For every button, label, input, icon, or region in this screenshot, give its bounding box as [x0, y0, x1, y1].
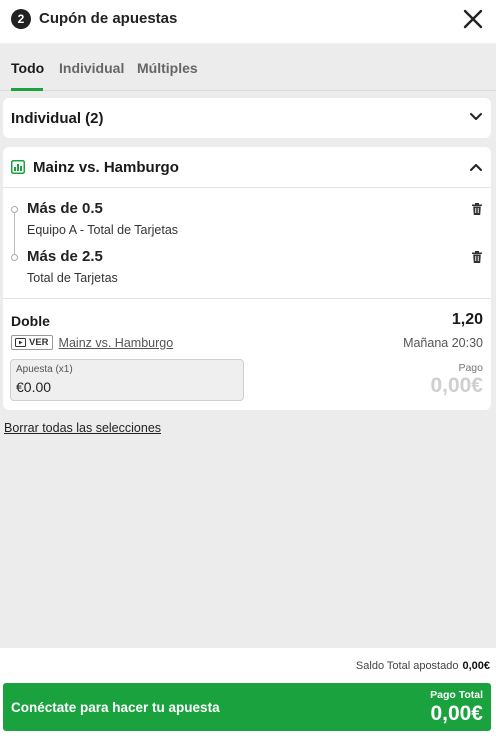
close-icon[interactable]: [462, 8, 484, 30]
event-card: Mainz vs. Hamburgo Más de 0.5 Equipo A -…: [3, 147, 491, 410]
cta-label: Conéctate para hacer tu apuesta: [11, 700, 220, 715]
kickoff-time: Mañana 20:30: [403, 336, 483, 350]
match-link[interactable]: Mainz vs. Hamburgo: [59, 336, 174, 350]
selection-market: Equipo A - Total de Tarjetas: [27, 223, 179, 237]
tab-individual[interactable]: Individual: [59, 60, 124, 76]
payout-value: 0,00€: [430, 374, 483, 397]
total-staked-label: Saldo Total apostado: [355, 660, 459, 672]
divider: [3, 298, 491, 299]
payout-label: Pago: [458, 362, 483, 374]
tab-todo[interactable]: Todo: [11, 60, 44, 76]
bet-type-label: Doble: [11, 313, 50, 329]
chevron-up-icon: [470, 164, 482, 171]
stake-label: Apuesta (x1): [16, 364, 73, 375]
selection-item: Más de 2.5 Total de Tarjetas: [27, 248, 118, 285]
selection-title: Más de 0.5: [27, 200, 103, 217]
stats-icon: [11, 160, 25, 174]
tab-bar: Todo Individual Múltiples: [0, 43, 496, 91]
total-staked-value: 0,00€: [462, 660, 490, 672]
tab-multiples[interactable]: Múltiples: [137, 60, 198, 76]
watch-button[interactable]: VER: [11, 335, 53, 350]
trash-icon[interactable]: [472, 251, 482, 263]
individual-section-label: Individual (2): [11, 110, 104, 127]
stake-value[interactable]: €0.00: [16, 379, 51, 395]
selection-title: Más de 2.5: [27, 248, 103, 265]
selection-count-badge: 2: [11, 9, 31, 29]
individual-section-header[interactable]: Individual (2): [3, 98, 491, 138]
event-name: Mainz vs. Hamburgo: [33, 159, 179, 176]
timeline-dot: [11, 254, 18, 261]
clear-all-link[interactable]: Borrar todas las selecciones: [4, 421, 161, 435]
betslip-header: 2 Cupón de apuestas: [0, 0, 496, 43]
selection-timeline: [14, 210, 15, 258]
chevron-down-icon: [470, 113, 482, 120]
login-to-bet-button[interactable]: Conéctate para hacer tu apuesta Pago Tot…: [3, 683, 491, 731]
trash-icon[interactable]: [472, 203, 482, 215]
page-title: Cupón de apuestas: [39, 10, 178, 27]
event-header[interactable]: Mainz vs. Hamburgo: [3, 147, 491, 188]
total-payout-label: Pago Total: [430, 689, 483, 701]
odds-value: 1,20: [451, 311, 483, 328]
total-payout-value: 0,00€: [430, 702, 483, 725]
betslip-footer: Saldo Total apostado 0,00€ Conéctate para…: [0, 648, 496, 746]
active-tab-indicator: [11, 88, 43, 91]
timeline-dot: [11, 206, 18, 213]
selection-item: Más de 0.5 Equipo A - Total de Tarjetas: [27, 200, 178, 237]
total-staked: Saldo Total apostado 0,00€: [356, 660, 490, 672]
watch-label: VER: [29, 337, 49, 348]
watch-row: VER Mainz vs. Hamburgo: [11, 335, 173, 350]
selection-market: Total de Tarjetas: [27, 271, 118, 285]
stake-input[interactable]: Apuesta (x1) €0.00: [10, 359, 244, 401]
play-icon: [15, 338, 26, 347]
